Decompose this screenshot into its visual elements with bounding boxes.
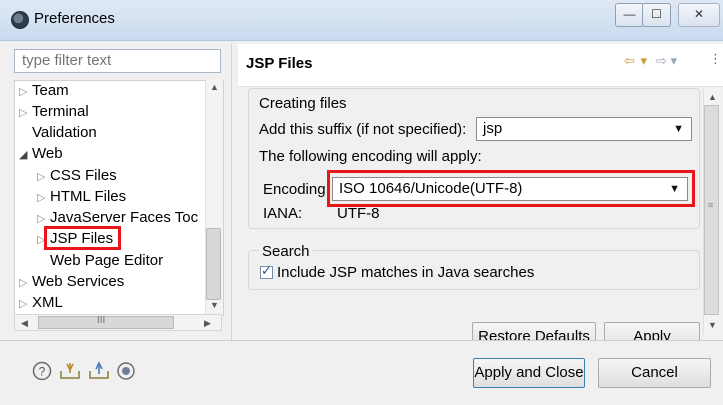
- search-heading: Search: [259, 243, 313, 260]
- checkmark-icon: ✓: [261, 263, 272, 278]
- iana-value: UTF-8: [337, 205, 380, 222]
- apply-button[interactable]: Apply: [604, 322, 700, 340]
- import-icon[interactable]: [59, 361, 80, 381]
- iana-label: IANA:: [263, 205, 303, 222]
- tree-hscroll-thumb[interactable]: III: [38, 315, 174, 329]
- preference-tree: ▷ Team ▷ Terminal Validation ◢ Web ▷ CSS Fil…: [14, 80, 224, 316]
- svg-text:?: ?: [39, 365, 46, 379]
- page-title: JSP Files: [246, 55, 313, 72]
- suffix-label: Add this suffix (if not specified):: [259, 121, 467, 138]
- minimize-button[interactable]: —: [615, 3, 644, 27]
- expand-arrow-icon[interactable]: ▷: [19, 82, 32, 102]
- include-jsp-checkbox[interactable]: ✓: [260, 263, 273, 279]
- close-button[interactable]: ✕: [678, 3, 720, 27]
- encoding-intro-label: The following encoding will apply:: [259, 148, 482, 165]
- expand-arrow-icon[interactable]: ▷: [19, 273, 32, 293]
- tree-item-team[interactable]: ▷ Team: [19, 81, 69, 102]
- page-buttons-area: Restore Defaults Apply: [238, 318, 703, 340]
- scroll-grip-icon: ≡: [708, 200, 714, 210]
- tree-item-html-files[interactable]: ▷ HTML Files: [37, 187, 126, 208]
- scroll-grip-icon: III: [97, 315, 106, 326]
- expand-arrow-icon[interactable]: ▷: [37, 167, 50, 187]
- tree-item-css-files[interactable]: ▷ CSS Files: [37, 166, 117, 187]
- tree-item-terminal[interactable]: ▷ Terminal: [19, 102, 89, 123]
- collapse-arrow-icon[interactable]: ◢: [19, 145, 32, 165]
- dropdown-arrow-icon[interactable]: ▼: [673, 118, 684, 140]
- restore-defaults-button[interactable]: Restore Defaults: [472, 322, 596, 340]
- window-title: Preferences: [34, 10, 115, 27]
- encoding-highlight-box: [327, 170, 695, 207]
- panel-divider[interactable]: [231, 44, 232, 340]
- preferences-window-icon: [11, 11, 29, 29]
- filter-input[interactable]: [14, 49, 221, 73]
- scroll-left-icon[interactable]: ◀: [21, 318, 28, 329]
- back-arrow-icon[interactable]: ⇦ ▾: [624, 53, 648, 69]
- tree-scrollbar-thumb[interactable]: [206, 228, 221, 300]
- footer-separator: [0, 340, 723, 341]
- page-scrollbar-thumb[interactable]: ≡: [704, 105, 719, 315]
- creating-files-heading: Creating files: [259, 95, 347, 112]
- scroll-up-icon[interactable]: ▲: [210, 82, 219, 92]
- expand-arrow-icon[interactable]: ▷: [37, 188, 50, 208]
- tree-item-web[interactable]: ◢ Web: [19, 144, 63, 165]
- apply-and-close-button[interactable]: Apply and Close: [473, 358, 585, 388]
- include-jsp-label: Include JSP matches in Java searches: [277, 264, 535, 281]
- tree-item-web-page-editor[interactable]: Web Page Editor: [50, 251, 163, 271]
- export-icon[interactable]: [88, 361, 109, 381]
- expand-arrow-icon[interactable]: ▷: [19, 103, 32, 123]
- suffix-value: jsp: [483, 120, 503, 137]
- maximize-button[interactable]: ☐: [642, 3, 671, 27]
- suffix-combo[interactable]: jsp ▼: [476, 117, 692, 141]
- scroll-up-icon[interactable]: ▲: [708, 92, 717, 102]
- scroll-down-icon[interactable]: ▼: [708, 320, 717, 330]
- record-icon[interactable]: [116, 361, 136, 381]
- scroll-right-icon[interactable]: ▶: [204, 318, 211, 329]
- tree-item-xml[interactable]: ▷ XML: [19, 293, 63, 314]
- expand-arrow-icon[interactable]: ▷: [19, 294, 32, 314]
- tree-item-validation[interactable]: Validation: [32, 123, 97, 143]
- view-menu-icon[interactable]: ⋮: [709, 51, 722, 67]
- tree-item-web-services[interactable]: ▷ Web Services: [19, 272, 124, 293]
- scroll-down-icon[interactable]: ▼: [210, 300, 219, 310]
- forward-arrow-icon[interactable]: ⇨ ▾: [656, 53, 677, 69]
- cancel-button[interactable]: Cancel: [598, 358, 711, 388]
- encoding-label: Encoding: [263, 181, 326, 198]
- help-icon[interactable]: ?: [32, 361, 52, 381]
- jsp-files-highlight-box: [44, 226, 121, 250]
